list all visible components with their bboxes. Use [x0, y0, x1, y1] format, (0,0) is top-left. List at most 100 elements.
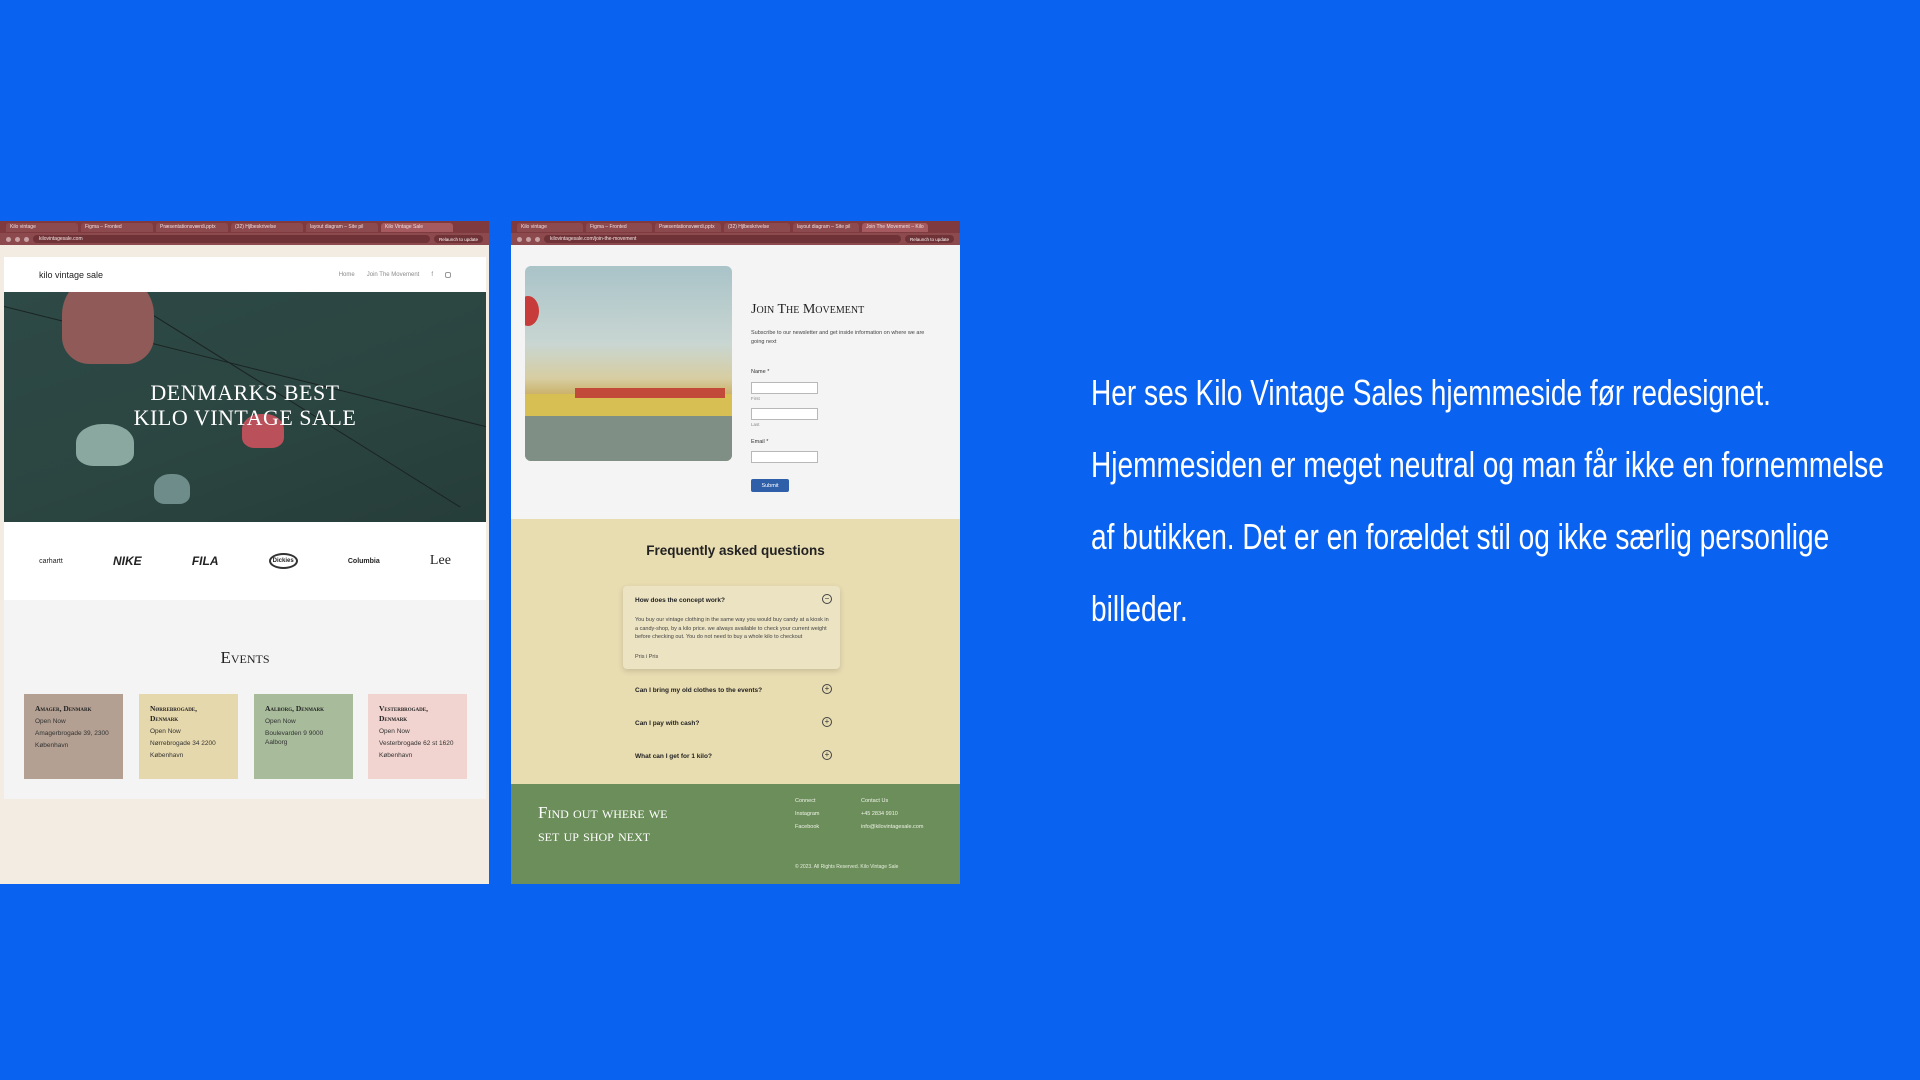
- brand-logo-strip: carhartt NIKE FILA Dickies Columbia Lee: [4, 522, 486, 600]
- event-name: Nørrebrogade, Denmark: [150, 704, 198, 723]
- first-name-input[interactable]: [751, 382, 818, 394]
- last-name-sublabel: Last: [751, 422, 760, 427]
- submit-button[interactable]: Submit: [751, 479, 789, 492]
- hero-title-line: KILO VINTAGE SALE: [133, 405, 357, 430]
- events-section: Events Amager, Denmark Open Now Amagerbr…: [4, 600, 486, 799]
- email-link[interactable]: info@kilovintagesale.com: [861, 821, 923, 834]
- caption-line: billeder.: [1091, 588, 1188, 629]
- event-city: København: [150, 752, 184, 759]
- event-card[interactable]: Aalborg, Denmark Open Now Boulevarden 9 …: [254, 694, 353, 779]
- collapse-icon[interactable]: −: [822, 594, 832, 604]
- browser-tab[interactable]: layout diagram – Site pil: [793, 222, 859, 232]
- phone-link[interactable]: +45 2834 9910: [861, 808, 923, 821]
- hero-title-line: DENMARKS BEST: [150, 380, 340, 405]
- expand-icon[interactable]: +: [822, 750, 832, 760]
- join-page-screenshot: Kilo vintage Figma – Fronted Præsentatio…: [511, 221, 960, 884]
- relaunch-button[interactable]: Relaunch to update: [433, 235, 483, 243]
- gondola-image: [62, 284, 154, 364]
- event-status: Open Now: [150, 728, 181, 735]
- faq-title: Frequently asked questions: [646, 543, 825, 558]
- instagram-link[interactable]: Instagram: [795, 808, 819, 821]
- browser-tab[interactable]: Figma – Fronted: [586, 222, 652, 232]
- browser-tab[interactable]: (32) Hjlbeskrivelse: [724, 222, 790, 232]
- homepage-screenshot: Kilo vintage Figma – Fronted Præsentatio…: [0, 221, 489, 884]
- site-footer: Find out where we set up shop next Conne…: [511, 784, 960, 884]
- event-card[interactable]: Amager, Denmark Open Now Amagerbrogade 3…: [24, 694, 123, 779]
- relaunch-button[interactable]: Relaunch to update: [904, 235, 954, 243]
- browser-tab-bar: Kilo vintage Figma – Fronted Præsentatio…: [0, 221, 489, 233]
- copyright: © 2023. All Rights Reserved. Kilo Vintag…: [795, 864, 899, 870]
- expand-icon[interactable]: +: [822, 684, 832, 694]
- event-name: Aalborg, Denmark: [265, 704, 325, 713]
- browser-tab[interactable]: Figma – Fronted: [81, 222, 153, 232]
- url-field[interactable]: kilovintagesale.com: [33, 235, 430, 243]
- nav-home[interactable]: Home: [339, 272, 355, 278]
- vintage-store-photo: [525, 266, 732, 461]
- browser-tab[interactable]: Præsentationsværdi.pptx: [655, 222, 721, 232]
- footer-connect: Connect Instagram Facebook: [795, 795, 819, 834]
- url-field[interactable]: kilovintagesale.com/join-the-movement: [544, 235, 901, 243]
- slide-caption: Her ses Kilo Vintage Sales hjemmeside fø…: [1091, 357, 1884, 645]
- brand-logo: Dickies: [268, 553, 298, 569]
- forward-icon[interactable]: [526, 236, 531, 242]
- event-card[interactable]: Vesterbrogade, Denmark Open Now Vesterbr…: [368, 694, 467, 779]
- faq-question[interactable]: Can I pay with cash?: [635, 720, 699, 727]
- event-address: Amagerbrogade 39, 2300: [35, 730, 109, 737]
- footer-title: Find out where we set up shop next: [538, 801, 668, 847]
- footer-title-line: Find out where we: [538, 803, 668, 822]
- browser-tab-active[interactable]: Kilo Vintage Sale: [381, 222, 453, 232]
- brand-logo: Columbia: [347, 557, 380, 565]
- browser-tab[interactable]: Præsentationsværdi.pptx: [156, 222, 228, 232]
- event-address: Vesterbrogade 62 st 1620: [379, 740, 454, 747]
- browser-tab[interactable]: Kilo vintage: [6, 222, 78, 232]
- first-name-sublabel: First: [751, 396, 760, 401]
- brand-logo: carhartt: [39, 557, 63, 565]
- site-nav: Home Join The Movement f: [339, 271, 451, 278]
- instagram-icon[interactable]: [445, 271, 451, 278]
- expand-icon[interactable]: +: [822, 717, 832, 727]
- gondola-image: [76, 424, 134, 466]
- photo-parking: [525, 416, 732, 461]
- browser-address-bar: kilovintagesale.com Relaunch to update: [0, 233, 489, 245]
- footer-title-line: set up shop next: [538, 826, 651, 845]
- join-title: Join The Movement: [751, 302, 865, 317]
- browser-tab[interactable]: layout diagram – Site pil: [306, 222, 378, 232]
- gondola-image: [154, 474, 190, 504]
- event-name: Vesterbrogade, Denmark: [379, 704, 428, 723]
- browser-tab[interactable]: Kilo vintage: [517, 222, 583, 232]
- browser-tab[interactable]: (32) Hjlbeskrivelse: [231, 222, 303, 232]
- join-subtitle: Subscribe to our newsletter and get insi…: [751, 330, 925, 345]
- facebook-link[interactable]: Facebook: [795, 821, 819, 834]
- event-city: København: [379, 752, 413, 759]
- photo-sign: [575, 388, 725, 398]
- hero-banner: DENMARKS BEST KILO VINTAGE SALE: [4, 284, 486, 522]
- hero-title: DENMARKS BEST KILO VINTAGE SALE: [4, 380, 486, 430]
- faq-question[interactable]: What can I get for 1 kilo?: [635, 753, 712, 760]
- email-input[interactable]: [751, 451, 818, 463]
- faq-question[interactable]: Can I bring my old clothes to the events…: [635, 687, 762, 694]
- event-address: Boulevarden 9 9000 Aalborg: [265, 730, 324, 746]
- back-icon[interactable]: [6, 236, 11, 242]
- reload-icon[interactable]: [535, 236, 540, 242]
- faq-answer-extra: Pris i Pris: [635, 654, 659, 660]
- browser-tab-active[interactable]: Join The Movement – Kilo: [862, 222, 928, 232]
- event-status: Open Now: [379, 728, 410, 735]
- event-name: Amager, Denmark: [35, 704, 92, 713]
- last-name-input[interactable]: [751, 408, 818, 420]
- reload-icon[interactable]: [24, 236, 29, 242]
- nav-join[interactable]: Join The Movement: [367, 272, 420, 278]
- contact-heading: Contact Us: [861, 798, 889, 804]
- site-logo[interactable]: kilo vintage sale: [39, 270, 103, 280]
- forward-icon[interactable]: [15, 236, 20, 242]
- back-icon[interactable]: [517, 236, 522, 242]
- brand-logo: FILA: [191, 554, 219, 568]
- event-card[interactable]: Nørrebrogade, Denmark Open Now Nørrebrog…: [139, 694, 238, 779]
- facebook-icon[interactable]: f: [431, 272, 433, 278]
- site-header: kilo vintage sale Home Join The Movement…: [4, 257, 486, 292]
- event-address: Nørrebrogade 34 2200: [150, 740, 216, 747]
- faq-question[interactable]: How does the concept work?: [635, 597, 725, 604]
- faq-section: Frequently asked questions How does the …: [511, 519, 960, 784]
- footer-contact: Contact Us +45 2834 9910 info@kilovintag…: [861, 795, 923, 834]
- brand-logo: NIKE: [112, 554, 142, 568]
- faq-answer: You buy our vintage clothing in the same…: [635, 617, 829, 640]
